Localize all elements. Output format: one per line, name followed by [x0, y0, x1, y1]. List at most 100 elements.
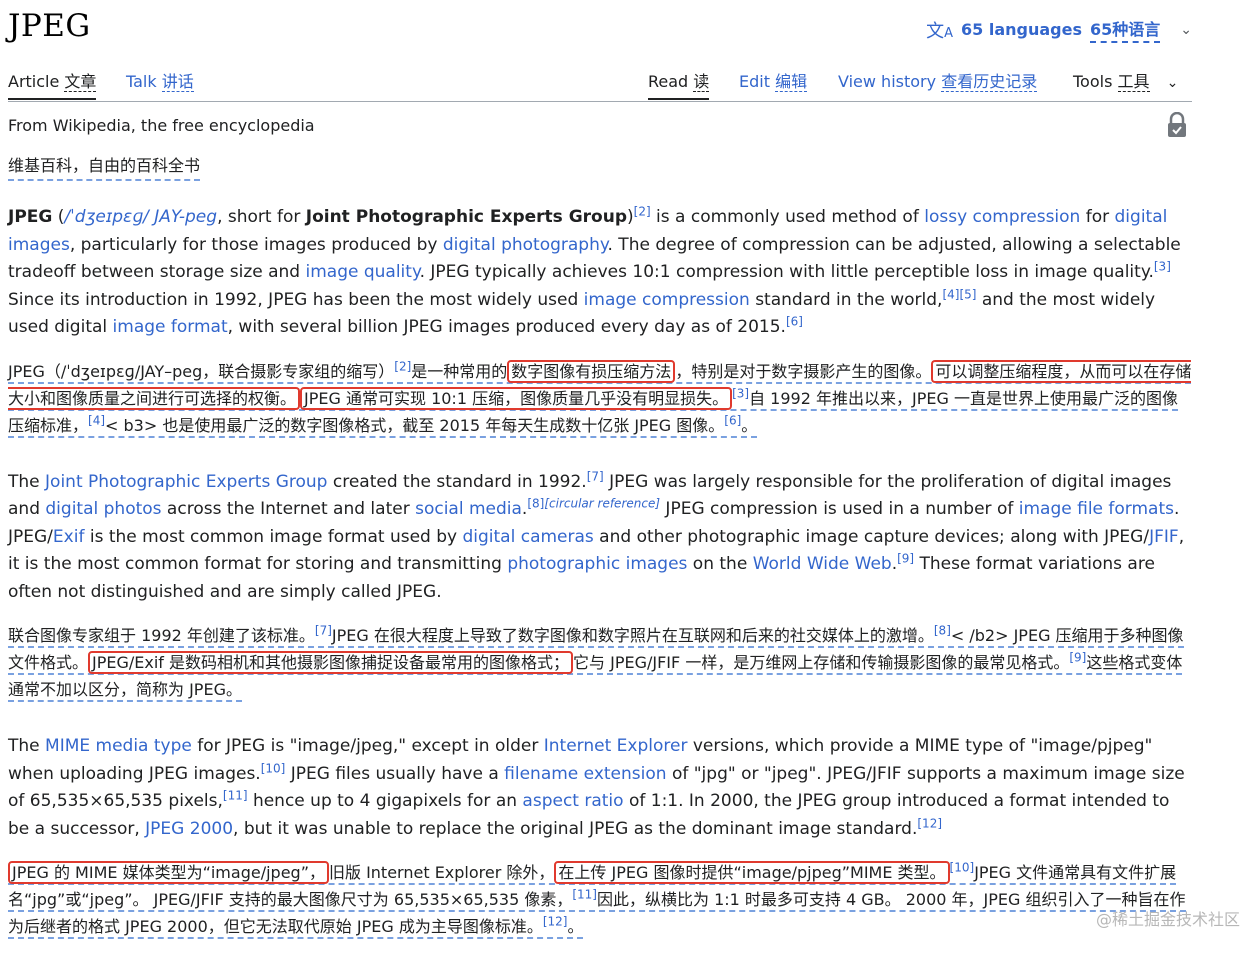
wiki-link[interactable]: image compression — [584, 290, 750, 310]
circular-reference-note[interactable]: [circular reference] — [544, 496, 660, 510]
text-run: hence up to 4 gigapixels for an — [247, 791, 523, 811]
reference-link[interactable]: [6] — [724, 413, 741, 427]
reference-link[interactable]: [12] — [543, 915, 568, 929]
paragraph-zh: JPEG（/ˈdʒeɪpɛɡ/JAY–peg，联合摄影专家组的缩写）[2]是一种… — [8, 358, 1192, 439]
text-run: 旧版 Internet Explorer 除外， — [328, 863, 555, 882]
tab-talk-label: Talk — [126, 72, 157, 91]
tools-menu[interactable]: Tools 工具 ⌄ — [1073, 68, 1178, 98]
text-run: 它与 JPEG/JFIF 一样，是万维网上存储和传输摄影图像的最常见格式。 — [573, 653, 1070, 672]
tab-edit-label-zh: 编辑 — [775, 72, 808, 92]
text-run: is the most common image format used by — [84, 526, 463, 547]
tab-history-label: View history — [838, 72, 937, 91]
watermark: @稀土掘金技术社区 — [1095, 910, 1240, 929]
page-tabs: Article 文章 Talk 讲话 Read 读 Edit 编辑 View h… — [8, 64, 1192, 102]
text-run: ( — [52, 207, 65, 227]
wiki-link[interactable]: lossy compression — [924, 207, 1080, 227]
text-run: standard in the world, — [749, 289, 943, 310]
wiki-link[interactable]: JPEG 2000 — [145, 819, 233, 839]
reference-link[interactable]: [12] — [917, 816, 942, 830]
reference-link[interactable]: [3] — [732, 386, 749, 400]
text-run: JPEG 在很大程度上导致了数字图像和数字照片在互联网和后来的社交媒体上的激增。 — [331, 626, 934, 645]
paragraph-text: JPEG (/ˈdʒeɪpɛɡ/ JAY-peg, short for Join… — [8, 204, 1181, 337]
text-run: 是一种常用的 — [411, 361, 508, 381]
reference-link[interactable]: [8] — [527, 496, 544, 510]
languages-button[interactable]: 文A 65 languages 65种语言 ⌄ — [926, 16, 1192, 43]
wiki-link[interactable]: Joint Photographic Experts Group — [45, 472, 327, 492]
reference-link[interactable]: [5] — [959, 287, 976, 301]
text-run: for — [1080, 207, 1115, 227]
reference-link[interactable]: [4] — [88, 413, 105, 427]
text-run: and other photographic image capture dev… — [593, 526, 1150, 547]
paragraph-text: JPEG 的 MIME 媒体类型为“image/jpeg”， 旧版 Interne… — [8, 861, 1186, 939]
highlighted-phrase: JPEG 的 MIME 媒体类型为“image/jpeg”， — [8, 861, 329, 884]
pronunciation-link[interactable]: JAY-peg — [154, 207, 217, 227]
wiki-link[interactable]: Internet Explorer — [544, 736, 688, 756]
text-run: JPEG（/ˈdʒeɪpɛɡ/JAY–peg，联合摄影专家组的缩写） — [8, 361, 395, 381]
tab-article[interactable]: Article 文章 — [8, 68, 97, 100]
wiki-link[interactable]: Exif — [53, 527, 85, 547]
reference-link[interactable]: [10] — [950, 861, 975, 875]
wiki-link[interactable]: filename extension — [504, 764, 666, 784]
reference-link[interactable]: [2] — [394, 359, 411, 373]
article-body: JPEG (/ˈdʒeɪpɛɡ/ JAY-peg, short for Join… — [8, 204, 1192, 970]
tab-view-history[interactable]: View history 查看历史记录 — [838, 68, 1038, 98]
lock-icon[interactable] — [1166, 112, 1188, 138]
pronunciation-link[interactable]: /ˈdʒeɪpɛɡ/ — [64, 207, 148, 227]
tab-read[interactable]: Read 读 — [648, 68, 710, 100]
text-run: ) — [627, 207, 634, 227]
reference-link[interactable]: [11] — [572, 888, 597, 902]
highlighted-phrase: JPEG/Exif 是数码相机和其他摄影图像捕捉设备最常用的图像格式； — [88, 651, 574, 674]
tab-talk[interactable]: Talk 讲话 — [126, 68, 194, 98]
wiki-link[interactable]: image format — [113, 317, 228, 337]
text-run: , but it was unable to replace the origi… — [233, 818, 918, 839]
tab-read-label-zh: 读 — [693, 72, 710, 92]
tab-edit[interactable]: Edit 编辑 — [739, 68, 808, 98]
wiki-link[interactable]: JFIF — [1149, 527, 1179, 547]
paragraph-text: The MIME media type for JPEG is "image/j… — [8, 736, 1185, 839]
text-run: on the — [687, 554, 753, 574]
wiki-link[interactable]: World Wide Web — [753, 554, 892, 574]
reference-link[interactable]: [3] — [1154, 259, 1171, 273]
reference-link[interactable]: [4] — [942, 287, 959, 301]
text-run: JPEG compression is used in a number of — [660, 499, 1019, 519]
languages-label-en: 65 languages — [961, 20, 1082, 39]
wiki-link[interactable]: digital cameras — [462, 527, 593, 547]
text-run: Since its introduction in 1992, JPEG has… — [8, 289, 584, 310]
reference-link[interactable]: [9] — [897, 551, 914, 565]
text-run: is a commonly used method of — [650, 207, 925, 227]
tools-label: Tools — [1073, 72, 1113, 91]
wiki-link[interactable]: image file formats — [1019, 499, 1174, 519]
tabs-divider — [8, 101, 1192, 102]
reference-link[interactable]: [7] — [315, 624, 332, 638]
text-run: across the Internet and later — [161, 499, 416, 519]
tab-article-label: Article — [8, 72, 60, 91]
reference-link[interactable]: [11] — [223, 788, 248, 802]
text-run: 联合图像专家组于 1992 年创建了该标准。 — [8, 626, 315, 645]
wiki-link[interactable]: digital photos — [45, 499, 161, 519]
tools-label-zh: 工具 — [1117, 72, 1150, 92]
wiki-link[interactable]: photographic images — [507, 554, 687, 574]
highlighted-phrase: 在上传 JPEG 图像时提供“image/pjpeg”MIME 类型。 — [554, 861, 950, 884]
text-run: The — [8, 736, 46, 756]
text-run: created the standard in 1992. — [327, 471, 587, 492]
site-tagline: From Wikipedia, the free encyclopedia — [8, 116, 315, 135]
wiki-link[interactable]: MIME media type — [45, 736, 192, 756]
wiki-link[interactable]: digital photography — [443, 235, 608, 255]
wiki-link[interactable]: aspect ratio — [522, 791, 623, 811]
chevron-down-icon: ⌄ — [1180, 21, 1192, 38]
reference-link[interactable]: [2] — [634, 204, 651, 218]
wiki-link[interactable]: image quality — [306, 262, 420, 282]
reference-link[interactable]: [7] — [587, 469, 604, 483]
tab-edit-label: Edit — [739, 72, 770, 91]
text-run: The — [8, 471, 46, 492]
languages-label-zh: 65种语言 — [1089, 16, 1161, 43]
tab-history-label-zh: 查看历史记录 — [941, 72, 1038, 92]
bold-term: JPEG — [8, 207, 53, 227]
reference-link[interactable]: [10] — [261, 761, 286, 775]
reference-link[interactable]: [8] — [934, 624, 951, 638]
reference-link[interactable]: [9] — [1069, 651, 1086, 665]
wiki-link[interactable]: social media — [415, 499, 522, 519]
paragraph-zh: 联合图像专家组于 1992 年创建了该标准。[7]JPEG 在很大程度上导致了数… — [8, 622, 1192, 703]
reference-link[interactable]: [6] — [786, 314, 803, 328]
tab-talk-label-zh: 讲话 — [161, 72, 194, 92]
